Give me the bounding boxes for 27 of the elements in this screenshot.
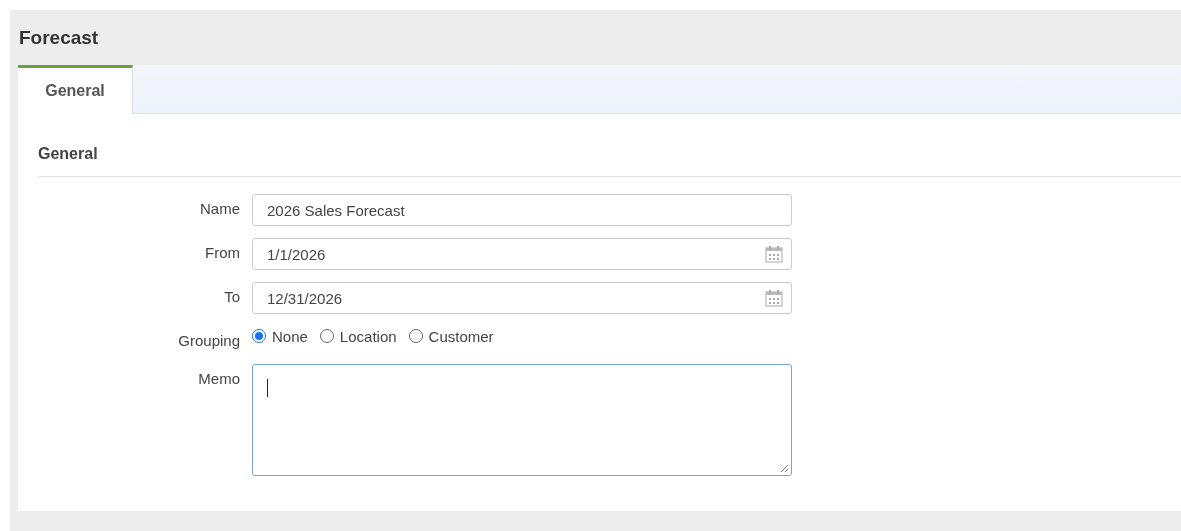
page-title: Forecast bbox=[19, 25, 100, 50]
radio-button[interactable] bbox=[319, 329, 334, 343]
date-field[interactable]: 12/31/2026 bbox=[252, 282, 792, 314]
tab[interactable]: General bbox=[18, 65, 133, 114]
date-field[interactable]: 1/1/2026 bbox=[252, 238, 792, 270]
memo-field[interactable] bbox=[252, 364, 792, 476]
field-label: Memo bbox=[198, 369, 240, 387]
radio-label: None bbox=[272, 327, 308, 345]
field-label: Grouping bbox=[178, 331, 240, 349]
date-value: 12/31/2026 bbox=[267, 289, 343, 307]
radio-option[interactable]: None bbox=[252, 327, 308, 345]
text-cursor bbox=[267, 379, 268, 397]
radio-option[interactable]: Customer bbox=[408, 327, 494, 345]
field-label: From bbox=[205, 243, 240, 261]
date-value: 1/1/2026 bbox=[267, 245, 326, 263]
radio-button[interactable] bbox=[408, 329, 423, 343]
calendar-icon[interactable] bbox=[765, 289, 783, 307]
section-title: General bbox=[38, 114, 1181, 177]
radio-option[interactable]: Location bbox=[319, 327, 397, 345]
resize-handle-icon[interactable] bbox=[780, 464, 789, 473]
field-label: Name bbox=[200, 199, 240, 217]
radio-label: Customer bbox=[428, 327, 494, 345]
calendar-icon[interactable] bbox=[765, 245, 783, 263]
radio-button[interactable] bbox=[252, 329, 266, 343]
field-label: To bbox=[224, 287, 240, 305]
text-field[interactable]: 2026 Sales Forecast bbox=[252, 194, 792, 226]
radio-label: Location bbox=[339, 327, 397, 345]
